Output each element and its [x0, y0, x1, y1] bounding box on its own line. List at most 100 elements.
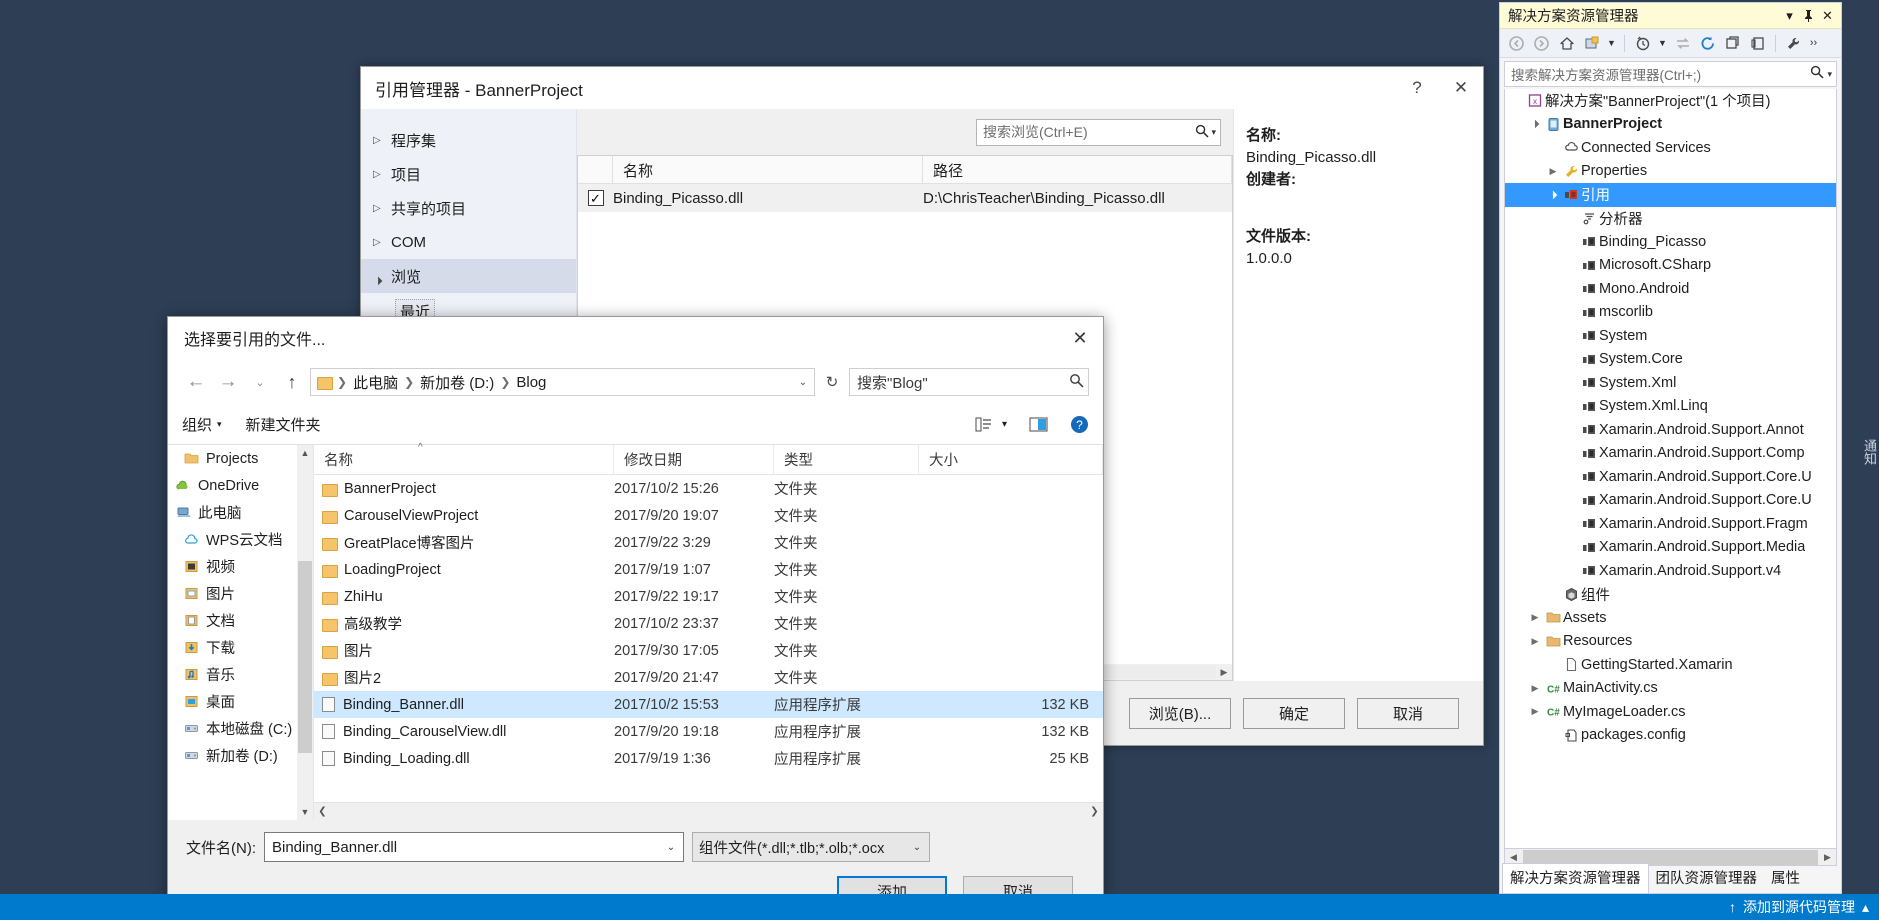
- breadcrumb-item-0[interactable]: 此电脑: [353, 372, 398, 393]
- nav-item-c[interactable]: 本地磁盘 (C:): [168, 715, 313, 742]
- view-chevron-down-icon[interactable]: ▾: [1002, 419, 1017, 430]
- tree-item-binding-picasso[interactable]: Binding_Picasso: [1505, 230, 1836, 254]
- tab-1[interactable]: 团队资源管理器: [1649, 864, 1765, 893]
- up-icon[interactable]: ↑: [278, 368, 306, 396]
- nav-item-[interactable]: 文档: [168, 607, 313, 634]
- file-list-rows[interactable]: BannerProject 2017/10/2 15:26 文件夹 CarouselV…: [314, 475, 1103, 802]
- home-icon[interactable]: [1555, 32, 1578, 55]
- chevron-down-icon[interactable]: ⌄: [661, 842, 681, 853]
- row-checkbox[interactable]: ✓: [578, 190, 613, 206]
- close-icon[interactable]: ✕: [1057, 320, 1103, 356]
- tree-item-resources[interactable]: ▶ Resources: [1505, 630, 1836, 654]
- scroll-right-icon[interactable]: ▶: [1819, 852, 1836, 863]
- pending-changes-icon[interactable]: [1631, 32, 1654, 55]
- collapse-arrow-icon[interactable]: ◢: [372, 266, 391, 286]
- tree-item-mono-android[interactable]: Mono.Android: [1505, 277, 1836, 301]
- tree-item-bannerproject-1[interactable]: x 解决方案"BannerProject"(1 个项目): [1505, 89, 1836, 113]
- nav-item-onedrive[interactable]: OneDrive: [168, 472, 313, 499]
- nav-item-[interactable]: 桌面: [168, 688, 313, 715]
- scroll-up-icon[interactable]: ▲: [301, 445, 310, 461]
- collapse-arrow-icon[interactable]: ◢: [1545, 186, 1562, 203]
- tree-item-properties[interactable]: ▶ Properties: [1505, 160, 1836, 184]
- search-icon[interactable]: [1195, 124, 1209, 141]
- tree-item-assets[interactable]: ▶ Assets: [1505, 606, 1836, 630]
- forward-icon[interactable]: →: [214, 368, 242, 396]
- search-icon[interactable]: [1810, 65, 1824, 84]
- preview-pane-icon[interactable]: [1017, 417, 1058, 432]
- tab-0[interactable]: 解决方案资源管理器: [1502, 863, 1649, 893]
- expand-arrow-icon[interactable]: ▷: [373, 237, 391, 248]
- nav-item-[interactable]: 此电脑: [168, 499, 313, 526]
- help-icon[interactable]: ?: [1395, 71, 1439, 105]
- properties-icon[interactable]: [1782, 32, 1805, 55]
- chevron-down-icon-2[interactable]: ▼: [1656, 32, 1669, 55]
- solution-explorer-search-input[interactable]: 搜索解决方案资源管理器(Ctrl+;) ▾: [1504, 61, 1837, 87]
- file-row[interactable]: GreatPlace博客图片 2017/9/22 3:29 文件夹: [314, 529, 1103, 556]
- tree-item-xamarin-android-support-core-u[interactable]: Xamarin.Android.Support.Core.U: [1505, 489, 1836, 513]
- tree-item-system-xml[interactable]: System.Xml: [1505, 371, 1836, 395]
- nav-item-[interactable]: 图片: [168, 580, 313, 607]
- expand-arrow-icon[interactable]: ▶: [1527, 636, 1543, 646]
- back-icon[interactable]: [1505, 32, 1528, 55]
- tab-2[interactable]: 属性: [1764, 864, 1807, 893]
- expand-arrow-icon[interactable]: ▶: [1527, 683, 1543, 693]
- search-dropdown-icon[interactable]: ▾: [1824, 69, 1832, 80]
- refresh-icon[interactable]: ↻: [819, 369, 845, 395]
- breadcrumb-item-2[interactable]: Blog: [516, 374, 546, 391]
- collapse-arrow-icon[interactable]: ◢: [1527, 116, 1544, 133]
- scroll-thumb[interactable]: [298, 561, 312, 753]
- column-size[interactable]: 大小: [919, 445, 1103, 474]
- organize-button[interactable]: 组织 ▾: [182, 414, 232, 435]
- tree-item-system-core[interactable]: System.Core: [1505, 348, 1836, 372]
- file-row[interactable]: ZhiHu 2017/9/22 19:17 文件夹: [314, 583, 1103, 610]
- nav-pane-scrollbar[interactable]: ▲ ▼: [297, 445, 313, 820]
- forward-icon[interactable]: [1530, 32, 1553, 55]
- scroll-track[interactable]: [331, 803, 1086, 820]
- nav-item-[interactable]: 音乐: [168, 661, 313, 688]
- solution-explorer-tree[interactable]: x 解决方案"BannerProject"(1 个项目) ◢ BannerProjec…: [1504, 89, 1837, 849]
- search-dropdown-icon[interactable]: ▾: [1209, 127, 1216, 138]
- reference-manager-row[interactable]: ✓ Binding_Picasso.dll D:\ChrisTeacher\Bi…: [578, 184, 1232, 212]
- sync-icon[interactable]: [1671, 32, 1694, 55]
- tree-item-gettingstarted-xamarin[interactable]: GettingStarted.Xamarin: [1505, 653, 1836, 677]
- expand-arrow-icon[interactable]: ▷: [373, 203, 391, 214]
- help-icon[interactable]: ?: [1058, 415, 1089, 434]
- ref-category-4[interactable]: ◢ 浏览: [361, 259, 576, 293]
- new-folder-button[interactable]: 新建文件夹: [232, 414, 331, 435]
- scroll-left-icon[interactable]: ◀: [1505, 852, 1522, 863]
- tree-item-microsoft-csharp[interactable]: Microsoft.CSharp: [1505, 254, 1836, 278]
- file-row[interactable]: LoadingProject 2017/9/19 1:07 文件夹: [314, 556, 1103, 583]
- file-row[interactable]: 图片 2017/9/30 17:05 文件夹: [314, 637, 1103, 664]
- panel-dropdown-icon[interactable]: ▾: [1780, 6, 1799, 25]
- nav-item-d[interactable]: 新加卷 (D:): [168, 742, 313, 769]
- file-row[interactable]: Binding_Loading.dll 2017/9/19 1:36 应用程序扩展 2…: [314, 745, 1103, 772]
- file-dialog-nav-pane[interactable]: Projects OneDrive 此电脑 WPS云文档 视频 图片 文档 下载 音乐 桌面 本地磁…: [168, 445, 314, 820]
- filename-input[interactable]: Binding_Banner.dll ⌄: [264, 832, 684, 862]
- ref-category-3[interactable]: ▷ COM: [361, 225, 576, 259]
- scroll-left-icon[interactable]: ❮: [314, 806, 331, 817]
- tree-item-[interactable]: 分析器: [1505, 207, 1836, 231]
- expand-arrow-icon[interactable]: ▶: [1527, 613, 1543, 622]
- nav-item-projects[interactable]: Projects: [168, 445, 313, 472]
- tree-item-packages-config[interactable]: packages.config: [1505, 724, 1836, 748]
- nav-item-[interactable]: 下载: [168, 634, 313, 661]
- expand-arrow-icon[interactable]: ▶: [1527, 707, 1543, 716]
- tree-item-system-xml-linq[interactable]: System.Xml.Linq: [1505, 395, 1836, 419]
- breadcrumb[interactable]: ❯ 此电脑 ❯ 新加卷 (D:) ❯ Blog ⌄: [310, 368, 815, 396]
- overflow-icon[interactable]: ››: [1807, 32, 1820, 55]
- reference-manager-search-input[interactable]: 搜索浏览(Ctrl+E) ▾: [976, 118, 1221, 146]
- file-row[interactable]: BannerProject 2017/10/2 15:26 文件夹: [314, 475, 1103, 502]
- tree-item-xamarin-android-support-fragm[interactable]: Xamarin.Android.Support.Fragm: [1505, 512, 1836, 536]
- view-list-icon[interactable]: [975, 417, 1002, 432]
- column-date[interactable]: 修改日期: [614, 445, 774, 474]
- file-row[interactable]: CarouselViewProject 2017/9/20 19:07 文件夹: [314, 502, 1103, 529]
- tree-item-bannerproject[interactable]: ◢ BannerProject: [1505, 113, 1836, 137]
- tree-item-connected-services[interactable]: Connected Services: [1505, 136, 1836, 160]
- nav-item-wps[interactable]: WPS云文档: [168, 526, 313, 553]
- scroll-down-icon[interactable]: ▼: [301, 804, 310, 820]
- chevron-up-icon[interactable]: ▴: [1862, 899, 1869, 916]
- tree-item-myimageloader-cs[interactable]: ▶ C# MyImageLoader.cs: [1505, 700, 1836, 724]
- tree-item-xamarin-android-support-annot[interactable]: Xamarin.Android.Support.Annot: [1505, 418, 1836, 442]
- file-type-filter-select[interactable]: 组件文件(*.dll;*.tlb;*.olb;*.ocx ⌄: [692, 832, 930, 862]
- column-name[interactable]: 名称: [314, 445, 614, 474]
